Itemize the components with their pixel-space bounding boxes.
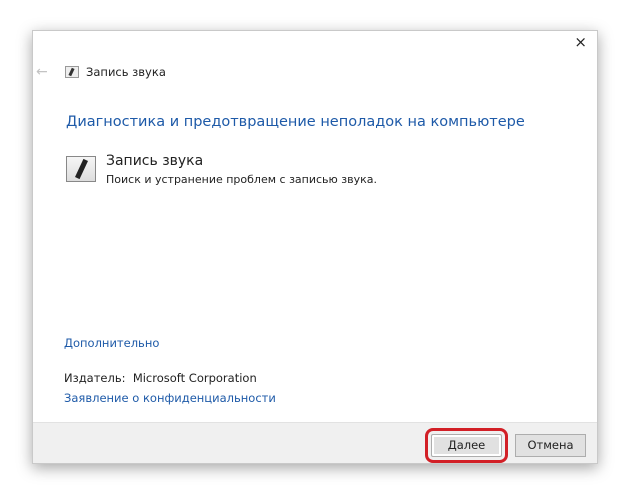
cancel-button[interactable]: Отмена: [515, 434, 586, 457]
close-icon[interactable]: ×: [574, 33, 587, 51]
publisher-label: Издатель:: [64, 371, 126, 385]
publisher-value: Microsoft Corporation: [132, 371, 257, 385]
window-title: Запись звука: [86, 65, 166, 79]
troubleshooter-description: Поиск и устранение проблем с записью зву…: [106, 173, 378, 186]
microphone-icon: [65, 66, 79, 78]
next-button[interactable]: Далее: [425, 428, 508, 463]
privacy-statement-link[interactable]: Заявление о конфиденциальности: [64, 391, 276, 405]
back-arrow-icon[interactable]: ←: [36, 64, 48, 80]
publisher-info: Издатель: Microsoft Corporation: [64, 371, 257, 385]
footer-bar: Далее Отмена: [33, 422, 597, 463]
troubleshooter-title: Запись звука: [106, 153, 204, 169]
advanced-link[interactable]: Дополнительно: [64, 336, 159, 350]
page-heading: Диагностика и предотвращение неполадок н…: [66, 114, 525, 130]
microphone-icon: [66, 156, 96, 182]
troubleshooter-window: × ← Запись звука Диагностика и предотвра…: [32, 30, 598, 464]
